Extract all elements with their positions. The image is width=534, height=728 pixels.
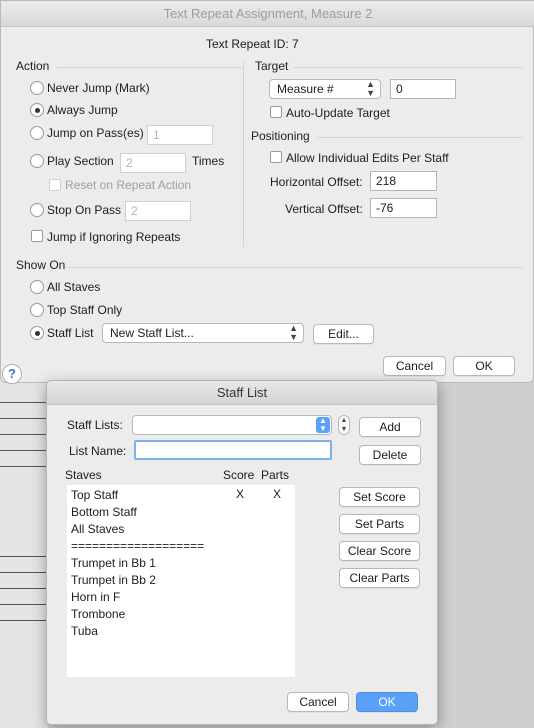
staff-list-radio[interactable]	[30, 326, 44, 340]
up-down-chevron-icon: ▲ ▼	[366, 79, 375, 98]
target-header: Target	[255, 59, 289, 73]
repeat-id-label: Text Repeat ID: 7	[206, 37, 299, 51]
staff-line	[0, 466, 46, 467]
reset-on-repeat-label: Reset on Repeat Action	[65, 178, 192, 192]
staff-lists-select[interactable]: ▲ ▼	[132, 415, 332, 435]
help-icon[interactable]: ?	[2, 364, 22, 384]
staff-lists-label: Staff Lists:	[67, 418, 123, 432]
positioning-header: Positioning	[251, 129, 310, 143]
parts-mark: X	[273, 487, 282, 501]
stop-on-pass-field[interactable]: 2	[125, 201, 191, 221]
list-item[interactable]: Top Staff	[71, 487, 118, 504]
jump-on-pass-label[interactable]: Jump on Pass(es)	[47, 126, 144, 140]
staff-line	[0, 620, 46, 621]
list-item[interactable]: ===================	[71, 538, 204, 555]
v-offset-field[interactable]: -76	[370, 198, 437, 218]
staff-line	[0, 588, 46, 589]
jump-on-pass-radio[interactable]	[30, 126, 44, 140]
dialog-title: Text Repeat Assignment, Measure 2	[1, 1, 534, 27]
top-staff-only-radio[interactable]	[30, 303, 44, 317]
divider	[293, 67, 523, 68]
all-staves-label[interactable]: All Staves	[47, 280, 100, 294]
all-staves-radio[interactable]	[30, 280, 44, 294]
ok-button[interactable]: OK	[453, 356, 515, 376]
play-section-field[interactable]: 2	[120, 153, 186, 173]
staff-line	[0, 434, 46, 435]
stepper-icon[interactable]: ▲ ▼	[338, 415, 350, 435]
stop-on-pass-radio[interactable]	[30, 203, 44, 217]
clear-parts-button[interactable]: Clear Parts	[339, 568, 420, 588]
jump-if-ignoring-label[interactable]: Jump if Ignoring Repeats	[47, 230, 180, 244]
list-item[interactable]: Trombone	[71, 606, 125, 623]
section-divider	[243, 61, 244, 247]
always-jump-radio[interactable]	[30, 103, 44, 117]
edit-button[interactable]: Edit...	[313, 324, 374, 344]
list-item[interactable]: Tuba	[71, 623, 98, 640]
col-parts-header: Parts	[261, 468, 290, 482]
staff-list-cancel-button[interactable]: Cancel	[287, 692, 349, 712]
up-down-chevron-icon: ▲ ▼	[316, 417, 330, 433]
list-item[interactable]: Trumpet in Bb 2	[71, 572, 156, 589]
col-staves-header: Staves	[65, 468, 102, 482]
target-type-select[interactable]: Measure # ▲ ▼	[269, 79, 381, 99]
times-label: Times	[192, 154, 225, 168]
auto-update-label[interactable]: Auto-Update Target	[286, 106, 390, 120]
allow-individual-label[interactable]: Allow Individual Edits Per Staff	[286, 151, 449, 165]
list-name-label: List Name:	[69, 444, 127, 458]
add-button[interactable]: Add	[359, 417, 421, 437]
staff-line	[0, 450, 46, 451]
h-offset-label: Horizontal Offset:	[270, 175, 363, 189]
cancel-button[interactable]: Cancel	[383, 356, 446, 376]
text-repeat-dialog: Text Repeat Assignment, Measure 2 Text R…	[0, 0, 534, 384]
staves-list[interactable]: Top Staff X X Bottom Staff All Staves ==…	[67, 485, 295, 677]
staff-list-label[interactable]: Staff List	[47, 326, 93, 340]
jump-if-ignoring-checkbox[interactable]	[31, 230, 43, 242]
never-jump-radio[interactable]	[30, 81, 44, 95]
top-staff-only-label[interactable]: Top Staff Only	[47, 303, 122, 317]
staff-list-title: Staff List	[47, 381, 437, 405]
reset-on-repeat-checkbox[interactable]	[49, 179, 61, 191]
clear-score-button[interactable]: Clear Score	[339, 541, 420, 561]
staff-line	[0, 572, 46, 573]
play-section-radio[interactable]	[30, 154, 44, 168]
h-offset-field[interactable]: 218	[370, 171, 437, 191]
staff-line	[0, 418, 46, 419]
staff-list-select[interactable]: New Staff List... ▲ ▼	[102, 323, 304, 343]
staff-list-ok-button[interactable]: OK	[356, 692, 418, 712]
set-score-button[interactable]: Set Score	[339, 487, 420, 507]
auto-update-checkbox[interactable]	[270, 106, 282, 118]
action-header: Action	[16, 59, 50, 73]
list-item[interactable]: All Staves	[71, 521, 124, 538]
score-mark: X	[236, 487, 245, 501]
list-item[interactable]: Bottom Staff	[71, 504, 137, 521]
divider	[57, 67, 243, 68]
staff-list-dialog: Staff List Staff Lists: ▲ ▼ ▲ ▼ Add List N…	[46, 380, 438, 725]
staff-line	[0, 604, 46, 605]
v-offset-label: Vertical Offset:	[285, 202, 363, 216]
staff-line	[0, 556, 46, 557]
list-item[interactable]: Horn in F	[71, 589, 120, 606]
play-section-label[interactable]: Play Section	[47, 154, 114, 168]
up-down-chevron-icon: ▲ ▼	[289, 323, 298, 342]
target-value-field[interactable]: 0	[390, 79, 456, 99]
set-parts-button[interactable]: Set Parts	[339, 514, 420, 534]
divider	[317, 137, 523, 138]
stop-on-pass-label[interactable]: Stop On Pass	[47, 203, 121, 217]
divider	[67, 267, 523, 268]
never-jump-label[interactable]: Never Jump (Mark)	[47, 81, 150, 95]
delete-button[interactable]: Delete	[359, 445, 421, 465]
col-score-header: Score	[223, 468, 255, 482]
show-on-header: Show On	[16, 258, 66, 272]
jump-on-pass-field[interactable]: 1	[147, 125, 213, 145]
staff-line	[0, 402, 46, 403]
allow-individual-checkbox[interactable]	[270, 151, 282, 163]
list-item[interactable]: Trumpet in Bb 1	[71, 555, 156, 572]
list-name-field[interactable]	[134, 440, 332, 460]
target-type-value: Measure #	[277, 82, 334, 96]
staff-list-value: New Staff List...	[110, 326, 194, 340]
always-jump-label[interactable]: Always Jump	[47, 103, 118, 117]
